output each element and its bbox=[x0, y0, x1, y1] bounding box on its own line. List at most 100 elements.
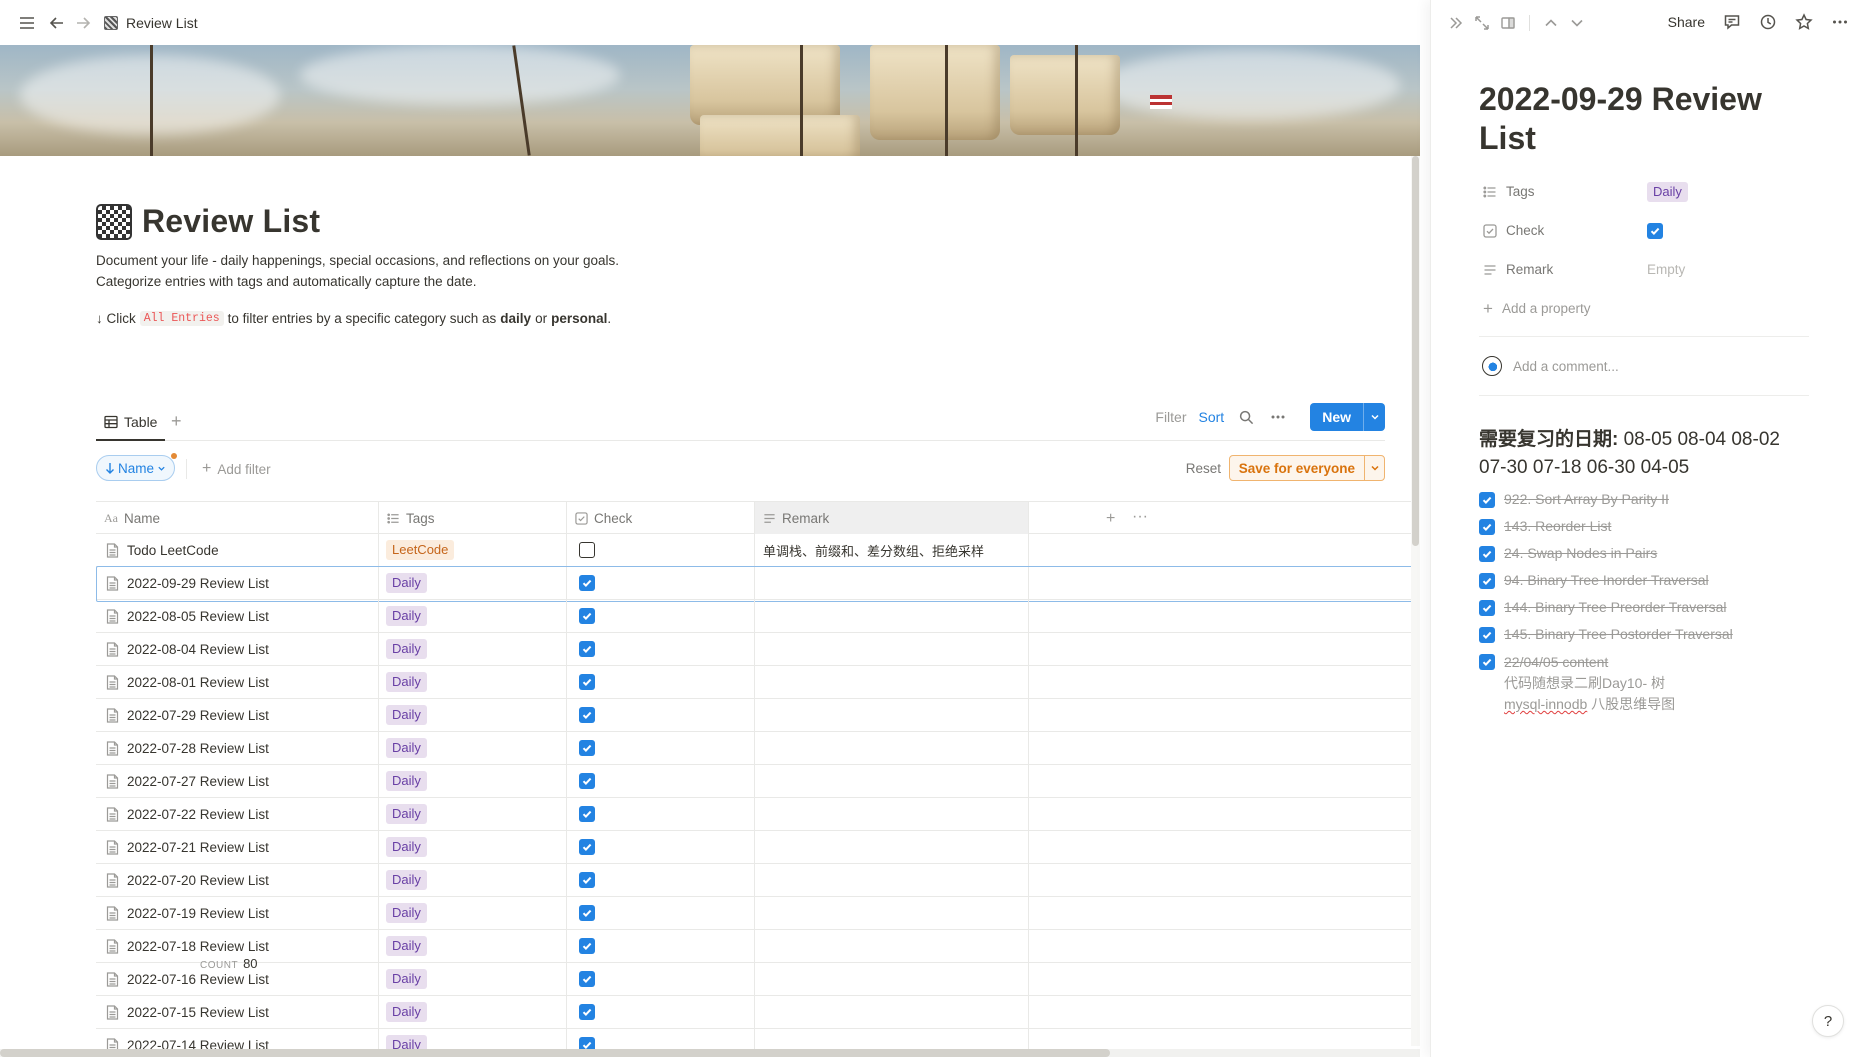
chevron-down-icon[interactable] bbox=[1564, 10, 1590, 36]
todo-checkbox[interactable] bbox=[1479, 573, 1495, 589]
property-tags[interactable]: Tags Daily bbox=[1479, 172, 1809, 211]
todo-text[interactable]: 24. Swap Nodes in Pairs bbox=[1504, 544, 1657, 563]
todo-text[interactable]: 144. Binary Tree Preorder Traversal bbox=[1504, 598, 1727, 617]
reset-button[interactable]: Reset bbox=[1186, 461, 1221, 476]
todo-text[interactable]: 143. Reorder List bbox=[1504, 517, 1611, 536]
tags-cell[interactable]: Daily bbox=[379, 930, 567, 962]
name-cell[interactable]: 2022-07-20 Review List bbox=[96, 864, 379, 896]
add-column-icon[interactable]: + bbox=[1106, 510, 1115, 528]
tags-cell[interactable]: Daily bbox=[379, 798, 567, 830]
checkbox-checked[interactable] bbox=[579, 1004, 595, 1020]
check-cell[interactable] bbox=[567, 633, 755, 665]
checkbox-unchecked[interactable] bbox=[579, 542, 595, 558]
check-cell[interactable] bbox=[567, 732, 755, 764]
todo-checkbox[interactable] bbox=[1479, 519, 1495, 535]
check-cell[interactable] bbox=[567, 996, 755, 1028]
todo-checkbox[interactable] bbox=[1479, 654, 1495, 670]
check-cell[interactable] bbox=[567, 699, 755, 731]
favorite-star-icon[interactable] bbox=[1791, 9, 1817, 35]
remark-cell[interactable] bbox=[755, 963, 1029, 995]
todo-item[interactable]: 922. Sort Array By Parity II bbox=[1479, 490, 1809, 509]
review-dates-heading[interactable]: 需要复习的日期: 08-05 08-04 08-02 07-30 07-18 0… bbox=[1479, 426, 1809, 482]
remark-cell[interactable] bbox=[755, 600, 1029, 632]
table-row[interactable]: 2022-08-01 Review List Daily bbox=[96, 666, 1420, 699]
tags-cell[interactable]: Daily bbox=[379, 732, 567, 764]
table-row[interactable]: 2022-07-15 Review List Daily bbox=[96, 996, 1420, 1029]
page-title[interactable]: Review List bbox=[142, 203, 320, 240]
checkbox-checked[interactable] bbox=[579, 839, 595, 855]
todo-checkbox[interactable] bbox=[1479, 546, 1495, 562]
checkbox-checked[interactable] bbox=[579, 575, 595, 591]
table-row[interactable]: 2022-08-05 Review List Daily bbox=[96, 600, 1420, 633]
remark-cell[interactable]: 单调栈、前缀和、差分数组、拒绝采样 bbox=[755, 534, 1029, 566]
sort-button[interactable]: Sort bbox=[1199, 409, 1225, 425]
tags-cell[interactable]: Daily bbox=[379, 666, 567, 698]
todo-text[interactable]: 94. Binary Tree Inorder Traversal bbox=[1504, 571, 1709, 590]
table-row[interactable]: 2022-07-20 Review List Daily bbox=[96, 864, 1420, 897]
check-cell[interactable] bbox=[567, 567, 755, 599]
todo-item[interactable]: 94. Binary Tree Inorder Traversal bbox=[1479, 571, 1809, 590]
check-cell[interactable] bbox=[567, 765, 755, 797]
table-row[interactable]: 2022-07-29 Review List Daily bbox=[96, 699, 1420, 732]
todo-text[interactable]: 922. Sort Array By Parity II bbox=[1504, 490, 1669, 509]
todo-item[interactable]: 144. Binary Tree Preorder Traversal bbox=[1479, 598, 1809, 617]
tags-cell[interactable]: Daily bbox=[379, 765, 567, 797]
name-cell[interactable]: 2022-08-04 Review List bbox=[96, 633, 379, 665]
remark-cell[interactable] bbox=[755, 897, 1029, 929]
column-header-check[interactable]: Check bbox=[567, 502, 755, 534]
more-options-icon[interactable] bbox=[1268, 407, 1288, 427]
remark-cell[interactable] bbox=[755, 699, 1029, 731]
todo-checkbox[interactable] bbox=[1479, 600, 1495, 616]
check-cell[interactable] bbox=[567, 534, 755, 566]
name-cell[interactable]: 2022-09-29 Review List bbox=[96, 567, 379, 599]
table-row[interactable]: 2022-07-21 Review List Daily bbox=[96, 831, 1420, 864]
table-row[interactable]: 2022-07-19 Review List Daily bbox=[96, 897, 1420, 930]
horizontal-scrollbar[interactable] bbox=[0, 1049, 1420, 1057]
page-checker-icon[interactable] bbox=[96, 203, 132, 240]
todo-item[interactable]: 24. Swap Nodes in Pairs bbox=[1479, 544, 1809, 563]
menu-icon[interactable] bbox=[14, 10, 40, 36]
back-arrow-icon[interactable] bbox=[44, 10, 70, 36]
remark-cell[interactable] bbox=[755, 567, 1029, 599]
todo-item[interactable]: 143. Reorder List bbox=[1479, 517, 1809, 536]
name-cell[interactable]: Todo LeetCode bbox=[96, 534, 379, 566]
peek-page-title[interactable]: 2022-09-29 Review List bbox=[1479, 80, 1809, 158]
tags-cell[interactable]: Daily bbox=[379, 996, 567, 1028]
history-clock-icon[interactable] bbox=[1755, 9, 1781, 35]
column-header-name[interactable]: Aa Name bbox=[96, 502, 379, 534]
name-cell[interactable]: 2022-07-22 Review List bbox=[96, 798, 379, 830]
tags-value-badge[interactable]: Daily bbox=[1647, 181, 1688, 202]
remark-cell[interactable] bbox=[755, 732, 1029, 764]
filter-button[interactable]: Filter bbox=[1155, 409, 1186, 425]
tags-cell[interactable]: Daily bbox=[379, 567, 567, 599]
tags-cell[interactable]: Daily bbox=[379, 600, 567, 632]
remark-value-empty[interactable]: Empty bbox=[1647, 262, 1685, 277]
check-cell[interactable] bbox=[567, 963, 755, 995]
comment-input[interactable]: Add a comment... bbox=[1479, 337, 1809, 395]
add-property-button[interactable]: + Add a property bbox=[1479, 289, 1809, 328]
checkbox-checked[interactable] bbox=[579, 707, 595, 723]
remark-cell[interactable] bbox=[755, 831, 1029, 863]
remark-cell[interactable] bbox=[755, 765, 1029, 797]
name-cell[interactable]: 2022-07-27 Review List bbox=[96, 765, 379, 797]
new-button[interactable]: New bbox=[1310, 403, 1385, 431]
name-sort-chip[interactable]: Name bbox=[96, 453, 178, 481]
check-cell[interactable] bbox=[567, 831, 755, 863]
checkbox-checked[interactable] bbox=[579, 773, 595, 789]
todo-checkbox[interactable] bbox=[1479, 492, 1495, 508]
more-options-icon[interactable] bbox=[1827, 9, 1853, 35]
check-cell[interactable] bbox=[567, 864, 755, 896]
comments-icon[interactable] bbox=[1719, 9, 1745, 35]
table-row[interactable]: 2022-07-28 Review List Daily bbox=[96, 732, 1420, 765]
check-cell[interactable] bbox=[567, 798, 755, 830]
checkbox-checked[interactable] bbox=[579, 872, 595, 888]
tags-cell[interactable]: Daily bbox=[379, 963, 567, 995]
column-more-icon[interactable]: ··· bbox=[1132, 508, 1148, 526]
tags-cell[interactable]: Daily bbox=[379, 897, 567, 929]
chevron-up-icon[interactable] bbox=[1538, 10, 1564, 36]
column-header-tags[interactable]: Tags bbox=[379, 502, 567, 534]
name-cell[interactable]: 2022-07-19 Review List bbox=[96, 897, 379, 929]
share-button[interactable]: Share bbox=[1668, 14, 1705, 30]
check-cell[interactable] bbox=[567, 666, 755, 698]
name-cell[interactable]: 2022-08-05 Review List bbox=[96, 600, 379, 632]
